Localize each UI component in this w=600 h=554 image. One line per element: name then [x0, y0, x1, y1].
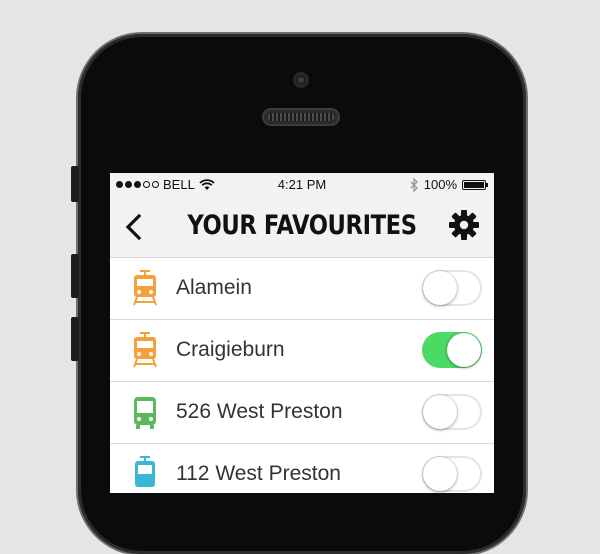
list-item[interactable]: 526 West Preston [110, 382, 494, 444]
route-name: 526 West Preston [176, 400, 343, 423]
favourites-list: Alamein Craigieburn 526 West Preston 112… [110, 258, 494, 493]
toggle-knob [423, 457, 457, 491]
list-item[interactable]: Craigieburn [110, 320, 494, 382]
route-name: 112 West Preston [176, 462, 341, 485]
status-bar: BELL 4:21 PM 100% [110, 173, 494, 197]
toggle-knob [447, 333, 481, 367]
page-title: YOUR FAVOURITES [187, 210, 417, 241]
list-item[interactable]: 112 West Preston [110, 444, 494, 493]
list-item[interactable]: Alamein [110, 258, 494, 320]
navigation-bar: YOUR FAVOURITES [110, 197, 494, 258]
bus-icon [134, 397, 156, 429]
volume-up-button [71, 254, 79, 298]
route-name: Craigieburn [176, 338, 285, 361]
route-name: Alamein [176, 276, 252, 299]
favourite-toggle[interactable] [422, 394, 482, 430]
mute-switch [71, 166, 79, 202]
volume-down-button [71, 317, 79, 361]
train-icon [133, 270, 157, 306]
battery-icon [462, 179, 488, 190]
status-right: 100% [410, 177, 488, 192]
train-icon [133, 332, 157, 368]
front-camera [293, 72, 309, 88]
gear-icon[interactable] [448, 209, 480, 241]
toggle-knob [423, 271, 457, 305]
favourite-toggle[interactable] [422, 332, 482, 368]
phone-screen: BELL 4:21 PM 100% YOUR FAVOURITES Alamei… [110, 173, 494, 493]
toggle-knob [423, 395, 457, 429]
favourite-toggle[interactable] [422, 270, 482, 306]
bluetooth-icon [410, 177, 418, 192]
tram-icon [135, 456, 155, 487]
favourite-toggle[interactable] [422, 456, 482, 492]
earpiece-speaker [262, 108, 340, 126]
battery-percentage: 100% [423, 177, 457, 192]
